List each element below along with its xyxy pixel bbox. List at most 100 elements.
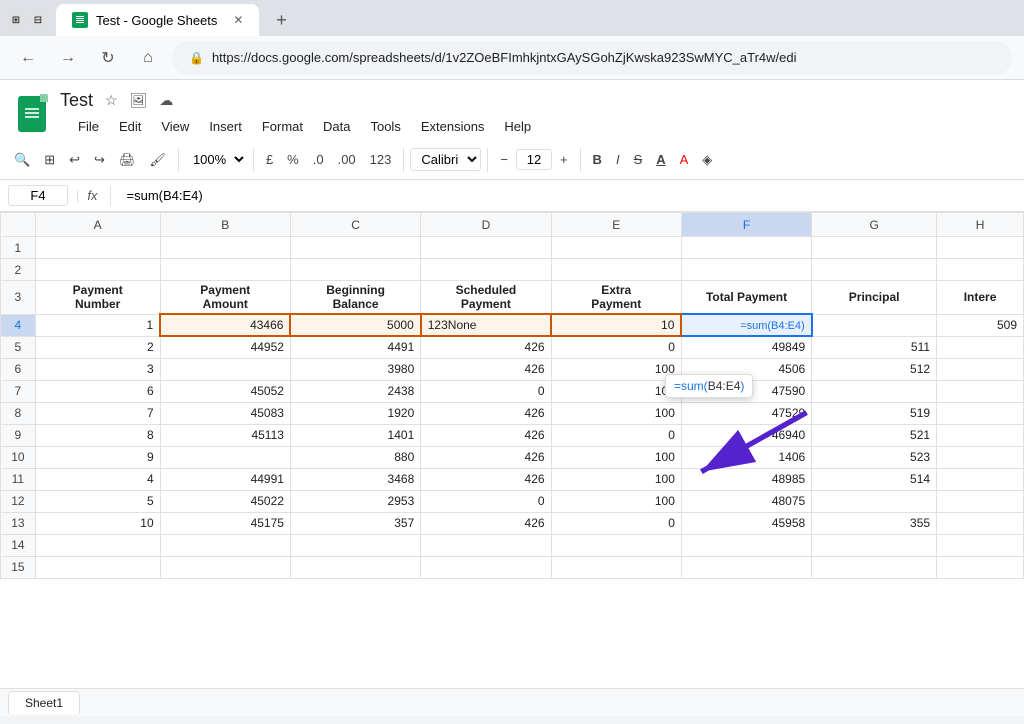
cell-f12[interactable]: 48075 <box>681 490 811 512</box>
font-size-decrease-button[interactable]: − <box>494 148 514 171</box>
cell-e9[interactable]: 0 <box>551 424 681 446</box>
cell-f2[interactable] <box>681 259 811 281</box>
col-header-c[interactable]: C <box>290 213 420 237</box>
cell-c2[interactable] <box>290 259 420 281</box>
cell-f9[interactable]: 46940 <box>681 424 811 446</box>
cell-d8[interactable]: 426 <box>421 402 551 424</box>
cell-b10[interactable] <box>160 446 290 468</box>
reload-button[interactable]: ↻ <box>92 42 124 74</box>
cell-e2[interactable] <box>551 259 681 281</box>
cell-g8[interactable]: 519 <box>812 402 937 424</box>
cell-d15[interactable] <box>421 556 551 578</box>
new-tab-button[interactable]: + <box>267 6 295 34</box>
font-size-increase-button[interactable]: + <box>554 148 574 171</box>
cell-b3[interactable]: PaymentAmount <box>160 281 290 315</box>
col-header-g[interactable]: G <box>812 213 937 237</box>
cell-c7[interactable]: 2438 <box>290 380 420 402</box>
row-header-4[interactable]: 4 <box>1 314 36 336</box>
cell-e1[interactable] <box>551 237 681 259</box>
cell-g6[interactable]: 512 <box>812 358 937 380</box>
row-header-5[interactable]: 5 <box>1 336 36 358</box>
cell-a11[interactable]: 4 <box>35 468 160 490</box>
cell-a14[interactable] <box>35 534 160 556</box>
cell-c14[interactable] <box>290 534 420 556</box>
menu-format[interactable]: Format <box>252 115 313 138</box>
cell-h12[interactable] <box>937 490 1024 512</box>
row-header-2[interactable]: 2 <box>1 259 36 281</box>
print-button[interactable]: 🖨 <box>113 148 142 172</box>
menu-edit[interactable]: Edit <box>109 115 151 138</box>
cell-g14[interactable] <box>812 534 937 556</box>
cell-h7[interactable] <box>937 380 1024 402</box>
currency-button[interactable]: £ <box>260 148 279 171</box>
cell-a5[interactable]: 2 <box>35 336 160 358</box>
cell-f8[interactable]: 47529 <box>681 402 811 424</box>
cell-g13[interactable]: 355 <box>812 512 937 534</box>
forward-button[interactable]: → <box>52 42 84 74</box>
cell-d6[interactable]: 426 <box>421 358 551 380</box>
row-header-1[interactable]: 1 <box>1 237 36 259</box>
cell-e13[interactable]: 0 <box>551 512 681 534</box>
cell-e6[interactable]: 100 <box>551 358 681 380</box>
undo-button[interactable]: ↩ <box>63 148 86 172</box>
tab-close-button[interactable]: ✕ <box>233 13 243 27</box>
cell-g4[interactable] <box>812 314 937 336</box>
print-area-button[interactable]: ⊞ <box>38 148 61 172</box>
cell-d10[interactable]: 426 <box>421 446 551 468</box>
menu-view[interactable]: View <box>151 115 199 138</box>
cell-g3[interactable]: Principal <box>812 281 937 315</box>
menu-file[interactable]: File <box>68 115 109 138</box>
cell-c11[interactable]: 3468 <box>290 468 420 490</box>
col-header-a[interactable]: A <box>35 213 160 237</box>
menu-extensions[interactable]: Extensions <box>411 115 495 138</box>
cell-h14[interactable] <box>937 534 1024 556</box>
cell-g10[interactable]: 523 <box>812 446 937 468</box>
cell-h13[interactable] <box>937 512 1024 534</box>
cell-f1[interactable] <box>681 237 811 259</box>
cell-c8[interactable]: 1920 <box>290 402 420 424</box>
cell-g11[interactable]: 514 <box>812 468 937 490</box>
cell-c12[interactable]: 2953 <box>290 490 420 512</box>
row-header-11[interactable]: 11 <box>1 468 36 490</box>
cell-h8[interactable] <box>937 402 1024 424</box>
page-icon[interactable]: ⊞ <box>8 12 24 28</box>
format-123-button[interactable]: 123 <box>364 148 398 171</box>
cell-b1[interactable] <box>160 237 290 259</box>
bold-button[interactable]: B <box>587 148 608 171</box>
cell-b12[interactable]: 45022 <box>160 490 290 512</box>
cell-b6[interactable] <box>160 358 290 380</box>
col-header-b[interactable]: B <box>160 213 290 237</box>
menu-data[interactable]: Data <box>313 115 360 138</box>
search-button[interactable]: 🔍 <box>8 148 36 172</box>
cell-f10[interactable]: 1406 <box>681 446 811 468</box>
cell-g1[interactable] <box>812 237 937 259</box>
cell-d13[interactable]: 426 <box>421 512 551 534</box>
text-color-button[interactable]: A <box>674 148 695 171</box>
cell-d7[interactable]: 0 <box>421 380 551 402</box>
cell-b2[interactable] <box>160 259 290 281</box>
cell-d12[interactable]: 0 <box>421 490 551 512</box>
cell-d9[interactable]: 426 <box>421 424 551 446</box>
cell-a12[interactable]: 5 <box>35 490 160 512</box>
fill-color-button[interactable]: ◈ <box>696 148 718 172</box>
cell-e11[interactable]: 100 <box>551 468 681 490</box>
cell-c1[interactable] <box>290 237 420 259</box>
home-button[interactable]: ⌂ <box>132 42 164 74</box>
cell-e7[interactable]: 100 <box>551 380 681 402</box>
cell-e14[interactable] <box>551 534 681 556</box>
cell-b4[interactable]: 43466 <box>160 314 290 336</box>
col-header-d[interactable]: D <box>421 213 551 237</box>
cell-d11[interactable]: 426 <box>421 468 551 490</box>
cell-d2[interactable] <box>421 259 551 281</box>
cell-h1[interactable] <box>937 237 1024 259</box>
cell-a1[interactable] <box>35 237 160 259</box>
cell-b9[interactable]: 45113 <box>160 424 290 446</box>
cell-c10[interactable]: 880 <box>290 446 420 468</box>
cell-g2[interactable] <box>812 259 937 281</box>
cell-h2[interactable] <box>937 259 1024 281</box>
cell-e8[interactable]: 100 <box>551 402 681 424</box>
cell-h4[interactable]: 509 <box>937 314 1024 336</box>
cell-a4[interactable]: 1 <box>35 314 160 336</box>
cell-d5[interactable]: 426 <box>421 336 551 358</box>
cell-b13[interactable]: 45175 <box>160 512 290 534</box>
